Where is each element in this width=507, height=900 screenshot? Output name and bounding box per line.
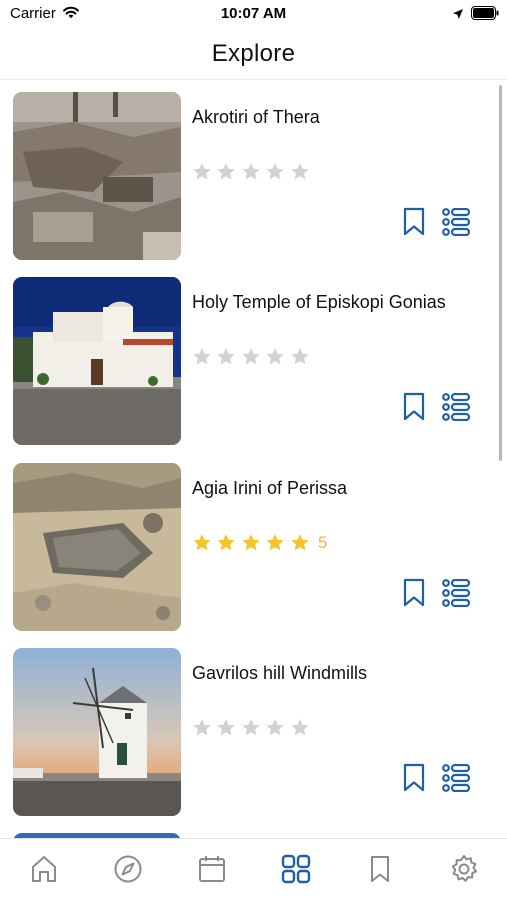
details-list-button[interactable] [441, 763, 471, 793]
status-bar: Carrier 10:07 AM [0, 0, 507, 30]
rating-value: 5 [317, 533, 328, 552]
star-empty-icon[interactable] [265, 162, 285, 182]
navigation-header: Explore [0, 30, 507, 80]
tab-grid[interactable] [280, 853, 312, 885]
place-title[interactable]: Holy Temple of Episkopi Gonias [192, 292, 446, 313]
place-thumbnail[interactable] [13, 92, 181, 260]
star-empty-icon[interactable] [290, 718, 310, 738]
page-title: Explore [211, 40, 296, 67]
battery-icon [471, 6, 499, 20]
details-list-button[interactable] [441, 392, 471, 422]
tab-calendar[interactable] [196, 853, 228, 885]
rating-stars[interactable] [192, 717, 314, 739]
star-empty-icon[interactable] [216, 347, 236, 367]
details-list-button[interactable] [441, 207, 471, 237]
bookmark-button[interactable] [402, 578, 426, 608]
star-filled-icon[interactable] [241, 533, 261, 553]
place-title[interactable]: Gavrilos hill Windmills [192, 663, 367, 684]
star-empty-icon[interactable] [216, 718, 236, 738]
place-card[interactable]: Gavrilos hill Windmills [0, 637, 500, 816]
location-arrow-icon [452, 7, 464, 19]
grid-icon [281, 854, 311, 884]
bookmark-button[interactable] [402, 763, 426, 793]
star-filled-icon[interactable] [265, 533, 285, 553]
place-thumbnail[interactable] [13, 277, 181, 445]
details-list-button[interactable] [441, 578, 471, 608]
star-empty-icon[interactable] [216, 162, 236, 182]
tab-home[interactable] [28, 853, 60, 885]
place-title[interactable]: Akrotiri of Thera [192, 107, 320, 128]
star-filled-icon[interactable] [192, 533, 212, 553]
star-empty-icon[interactable] [290, 162, 310, 182]
place-card[interactable]: Holy Temple of Episkopi Gonias [0, 266, 500, 445]
windmill-photo [13, 648, 181, 816]
place-thumbnail[interactable] [13, 648, 181, 816]
star-empty-icon[interactable] [192, 718, 212, 738]
star-empty-icon[interactable] [192, 347, 212, 367]
place-title[interactable]: Agia Irini of Perissa [192, 478, 347, 499]
places-list[interactable]: Akrotiri of Thera Holy Temple of Episkop… [0, 81, 507, 838]
star-empty-icon[interactable] [241, 718, 261, 738]
star-filled-icon[interactable] [290, 533, 310, 553]
rating-stars[interactable]: 5 [192, 532, 327, 554]
gear-icon [451, 855, 477, 882]
star-empty-icon[interactable] [265, 718, 285, 738]
tab-bar [0, 838, 507, 900]
ruins-photo [13, 92, 181, 260]
star-empty-icon[interactable] [241, 347, 261, 367]
star-filled-icon[interactable] [216, 533, 236, 553]
place-thumbnail[interactable] [13, 463, 181, 631]
rating-stars[interactable] [192, 346, 314, 368]
star-empty-icon[interactable] [192, 162, 212, 182]
star-empty-icon[interactable] [265, 347, 285, 367]
tab-bookmarks[interactable] [364, 853, 396, 885]
status-time: 10:07 AM [220, 5, 287, 22]
church-photo [13, 277, 181, 445]
scrollbar[interactable] [499, 85, 502, 461]
bookmark-button[interactable] [402, 207, 426, 237]
home-icon [32, 856, 56, 882]
calendar-icon [199, 856, 225, 882]
compass-icon [114, 855, 142, 883]
rating-stars[interactable] [192, 161, 314, 183]
star-empty-icon[interactable] [290, 347, 310, 367]
place-card[interactable]: Akrotiri of Thera [0, 81, 500, 260]
tab-explore-map[interactable] [112, 853, 144, 885]
stone-ruins-photo [13, 463, 181, 631]
place-card[interactable]: Agia Irini of Perissa 5 [0, 452, 500, 631]
star-empty-icon[interactable] [241, 162, 261, 182]
tab-settings[interactable] [448, 853, 480, 885]
bookmark-icon [371, 856, 389, 882]
bookmark-button[interactable] [402, 392, 426, 422]
